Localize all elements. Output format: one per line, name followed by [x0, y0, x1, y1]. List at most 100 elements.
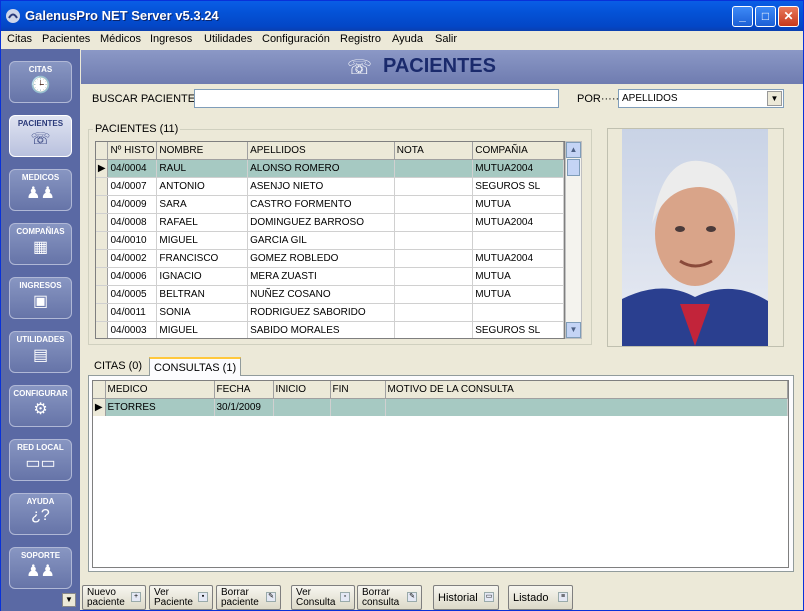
table-row[interactable]: 04/0008 RAFAEL DOMINGUEZ BARROSO MUTUA2004 — [96, 213, 564, 232]
app-window: GalenusPro NET Server v5.3.24 _ □ ✕ Cita… — [0, 0, 804, 611]
tab-citas[interactable]: CITAS (0) — [90, 357, 146, 376]
table-cell: SARA — [156, 195, 249, 214]
new-patient-button[interactable]: Nuevo paciente + — [82, 585, 146, 610]
button-label: Consulta — [296, 597, 336, 608]
delete-consulta-button[interactable]: Borrar consulta ✎ — [357, 585, 422, 610]
menu-configuracion[interactable]: Configuración — [262, 33, 330, 45]
column-header[interactable]: FECHA — [214, 381, 274, 399]
column-header[interactable]: MEDICO — [105, 381, 215, 399]
button-label: Historial — [438, 592, 478, 604]
column-header[interactable]: FIN — [330, 381, 386, 399]
sidebar-scroll-down-button[interactable]: ▼ — [62, 593, 76, 607]
table-cell: 04/0011 — [107, 303, 158, 322]
consultas-table: MEDICO FECHA INICIO FIN MOTIVO DE LA CON… — [92, 380, 789, 568]
sidebar-item-label: CONFIGURAR — [13, 389, 68, 398]
window-title: GalenusPro NET Server v5.3.24 — [25, 8, 219, 23]
eraser-icon: ✎ — [266, 592, 276, 602]
table-row[interactable]: ▶ 04/0004 RAUL ALONSO ROMERO MUTUA2004 — [96, 159, 564, 178]
column-header[interactable]: Nº HISTO — [107, 142, 158, 160]
table-row[interactable]: 04/0010 MIGUEL GARCIA GIL — [96, 231, 564, 250]
menu-registro[interactable]: Registro — [340, 33, 381, 45]
button-label: Paciente — [154, 597, 193, 608]
sidebar-item-ayuda[interactable]: AYUDA ¿? — [9, 493, 72, 535]
patients-scrollbar[interactable]: ▲ ▼ — [565, 141, 582, 339]
sidebar-item-medicos[interactable]: MEDICOS ♟♟ — [9, 169, 72, 211]
table-cell — [472, 231, 564, 250]
search-by-select[interactable]: APELLIDOS ▼ — [618, 89, 784, 108]
help-icon: ¿? — [31, 507, 50, 524]
tab-consultas[interactable]: CONSULTAS (1) — [149, 357, 242, 376]
menu-citas[interactable]: Citas — [7, 33, 32, 45]
chevron-down-icon[interactable]: ▼ — [767, 91, 782, 106]
view-icon: ▪ — [198, 592, 208, 602]
menu-pacientes[interactable]: Pacientes — [42, 33, 90, 45]
folder-icon: ▭ — [484, 592, 494, 602]
column-header[interactable]: APELLIDOS — [247, 142, 395, 160]
history-button[interactable]: Historial ▭ — [433, 585, 499, 610]
sidebar-item-label: MEDICOS — [21, 173, 60, 182]
menu-utilidades[interactable]: Utilidades — [204, 33, 252, 45]
patient-icon: ☏ — [30, 131, 51, 148]
table-row[interactable]: 04/0006 IGNACIO MERA ZUASTI MUTUA — [96, 267, 564, 286]
minimize-button[interactable]: _ — [732, 6, 753, 27]
tools-icon: ▤ — [32, 347, 49, 364]
view-consulta-button[interactable]: Ver Consulta ▫ — [291, 585, 355, 610]
table-cell — [472, 303, 564, 322]
table-cell — [394, 285, 474, 304]
button-label: consulta — [362, 597, 400, 608]
column-header[interactable]: INICIO — [273, 381, 331, 399]
row-indicator — [96, 231, 109, 250]
column-header[interactable]: NOMBRE — [156, 142, 249, 160]
menu-medicos[interactable]: Médicos — [100, 33, 141, 45]
table-cell: CASTRO FORMENTO — [247, 195, 395, 214]
table-cell — [394, 159, 474, 178]
sidebar-item-pacientes[interactable]: PACIENTES ☏ — [9, 115, 72, 157]
menu-ingresos[interactable]: Ingresos — [150, 33, 192, 45]
sidebar-item-ingresos[interactable]: INGRESOS ▣ — [9, 277, 72, 319]
menu-salir[interactable]: Salir — [435, 33, 457, 45]
table-row[interactable]: 04/0009 SARA CASTRO FORMENTO MUTUA — [96, 195, 564, 214]
doctors-icon: ♟♟ — [26, 185, 55, 202]
maximize-button[interactable]: □ — [755, 6, 776, 27]
sidebar-item-soporte[interactable]: SOPORTE ♟♟ — [9, 547, 72, 589]
table-cell: MUTUA2004 — [472, 213, 564, 232]
column-header[interactable]: COMPAÑIA — [472, 142, 564, 160]
menu-ayuda[interactable]: Ayuda — [392, 33, 423, 45]
sidebar-item-label: INGRESOS — [19, 281, 62, 290]
search-patient-input[interactable] — [194, 89, 559, 108]
delete-patient-button[interactable]: Borrar paciente ✎ — [216, 585, 281, 610]
column-header[interactable]: NOTA — [394, 142, 474, 160]
column-header[interactable]: MOTIVO DE LA CONSULTA — [385, 381, 788, 399]
row-indicator — [96, 213, 109, 232]
sidebar-item-utilidades[interactable]: UTILIDADES ▤ — [9, 331, 72, 373]
close-button[interactable]: ✕ — [778, 6, 799, 27]
view-patient-button[interactable]: Ver Paciente ▪ — [149, 585, 213, 610]
sidebar-item-companias[interactable]: COMPAÑIAS ▦ — [9, 223, 72, 265]
table-row[interactable]: 04/0007 ANTONIO ASENJO NIETO SEGUROS SL — [96, 177, 564, 196]
table-cell — [394, 249, 474, 268]
table-cell — [394, 213, 474, 232]
gears-icon: ⚙ — [33, 401, 48, 418]
table-row[interactable]: 04/0002 FRANCISCO GOMEZ ROBLEDO MUTUA2004 — [96, 249, 564, 268]
row-indicator — [96, 177, 109, 196]
sidebar-item-label: SOPORTE — [20, 551, 61, 560]
scroll-up-icon[interactable]: ▲ — [566, 142, 581, 158]
table-cell: FRANCISCO — [156, 249, 249, 268]
table-cell: GOMEZ ROBLEDO — [247, 249, 395, 268]
row-indicator — [96, 249, 109, 268]
table-row[interactable]: 04/0005 BELTRAN NUÑEZ COSANO MUTUA — [96, 285, 564, 304]
sidebar-item-configurar[interactable]: CONFIGURAR ⚙ — [9, 385, 72, 427]
sidebar-item-red-local[interactable]: RED LOCAL ▭▭ — [9, 439, 72, 481]
row-indicator — [96, 285, 109, 304]
table-row[interactable]: 04/0011 SONIA RODRIGUEZ SABORIDO — [96, 303, 564, 322]
menu-bar: Citas Pacientes Médicos Ingresos Utilida… — [1, 31, 803, 49]
sidebar-item-citas[interactable]: CITAS 🕒 — [9, 61, 72, 103]
table-row[interactable]: 04/0003 MIGUEL SABIDO MORALES SEGUROS SL — [96, 321, 564, 338]
scroll-thumb[interactable] — [567, 159, 580, 176]
patient-icon: ☏ — [347, 57, 373, 79]
list-button[interactable]: Listado ≡ — [508, 585, 573, 610]
table-cell: MUTUA — [472, 285, 564, 304]
scroll-down-icon[interactable]: ▼ — [566, 322, 581, 338]
table-cell: ETORRES — [105, 398, 215, 416]
table-row[interactable]: ▶ ETORRES 30/1/2009 — [93, 398, 788, 416]
